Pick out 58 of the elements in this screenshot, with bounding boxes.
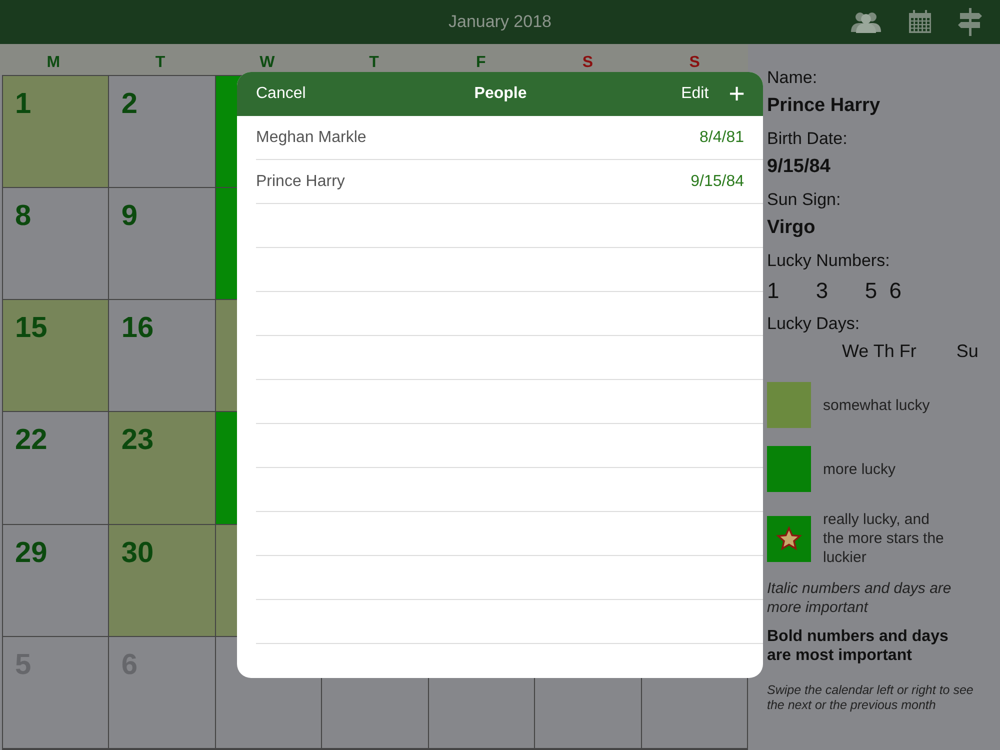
day-cell[interactable]: 1: [3, 76, 110, 188]
day-number: 22: [15, 424, 48, 456]
day-number: 9: [121, 200, 138, 232]
weekday-label: T: [368, 54, 380, 73]
person-birthdate: 8/4/81: [700, 128, 744, 146]
day-cell[interactable]: 15: [3, 300, 110, 412]
note-text: Italic numbers and days are more important: [767, 579, 952, 617]
day-number: 16: [121, 312, 154, 344]
lucky-days: We Th Fr Su: [767, 341, 978, 362]
field-label: Lucky Numbers:: [767, 251, 891, 271]
legend-label: somewhat lucky: [823, 396, 931, 414]
month-title: January 2018: [448, 12, 552, 32]
add-button[interactable]: +: [728, 80, 745, 108]
day-number: 29: [15, 536, 48, 569]
day-cell[interactable]: 8: [3, 188, 110, 300]
weekday-label: T: [154, 54, 166, 73]
day-cell[interactable]: 29: [3, 524, 110, 637]
people-icon[interactable]: [850, 11, 882, 33]
note-text: Swipe the calendar left or right to see the next or the previous month: [767, 683, 974, 713]
signpost-icon[interactable]: [958, 8, 982, 36]
legend-label: more lucky: [823, 460, 897, 478]
lucky-numbers: 1 3 5 6: [767, 278, 902, 304]
field-label: Birth Date:: [767, 129, 848, 149]
day-number: 8: [15, 200, 32, 232]
person-name: Prince Harry: [256, 172, 345, 190]
field-label: Sun Sign:: [767, 190, 842, 210]
star-icon: [776, 526, 802, 552]
weekday-label: S: [581, 54, 594, 73]
field-label: Name:: [767, 68, 818, 88]
person-name: Meghan Markle: [256, 128, 366, 146]
calendar-icon[interactable]: [908, 10, 932, 34]
day-cell[interactable]: 2: [109, 76, 216, 188]
sheet-title: People: [474, 85, 527, 103]
day-cell[interactable]: 23: [109, 412, 216, 525]
field-label: Lucky Days:: [767, 314, 861, 334]
day-number: 23: [121, 424, 154, 456]
person-row[interactable]: Prince Harry 9/15/84: [256, 160, 763, 204]
field-value: Virgo: [767, 217, 816, 239]
weekday-label: M: [46, 54, 62, 73]
field-value: 9/15/84: [767, 156, 832, 178]
day-number: 15: [15, 312, 48, 344]
day-cell[interactable]: 22: [3, 412, 110, 525]
day-number: 2: [121, 88, 138, 120]
day-number: 30: [121, 536, 154, 569]
day-cell[interactable]: 9: [109, 188, 216, 300]
note-text: Bold numbers and days are most important: [767, 627, 950, 665]
field-value: Prince Harry: [767, 95, 882, 117]
day-number: 1: [15, 88, 32, 120]
weekday-label: S: [688, 54, 701, 73]
person-birthdate: 9/15/84: [690, 172, 744, 190]
weekday-label: F: [474, 54, 487, 73]
legend-label: really lucky, and the more stars the luckier: [823, 510, 945, 567]
weekday-label: W: [258, 54, 276, 73]
cancel-button[interactable]: Cancel: [256, 85, 306, 103]
day-cell[interactable]: 16: [109, 300, 216, 412]
edit-button[interactable]: Edit: [681, 85, 709, 103]
person-row[interactable]: Meghan Markle 8/4/81: [256, 116, 763, 160]
day-cell[interactable]: 30: [109, 524, 216, 637]
